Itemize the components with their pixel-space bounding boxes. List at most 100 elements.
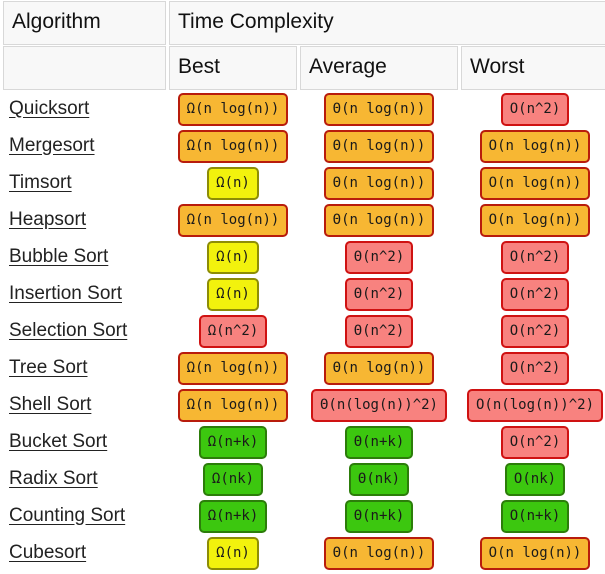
complexity-cell-worst: O(n^2) (461, 276, 605, 312)
complexity-cell-average: Θ(n^2) (300, 313, 458, 349)
complexity-badge: Ω(n) (207, 240, 259, 274)
algorithm-cell: Bubble Sort (3, 239, 166, 275)
algorithm-link[interactable]: Radix Sort (9, 468, 98, 489)
algorithm-cell: Bucket Sort (3, 424, 166, 460)
complexity-cell-worst: O(n log(n)) (461, 202, 605, 238)
table-row: Counting Sort Ω(n+k) Θ(n+k) O(n+k) (3, 498, 605, 534)
complexity-badge: Θ(n log(n)) (323, 166, 435, 200)
complexity-cell-worst: O(nk) (461, 461, 605, 497)
complexity-badge: Θ(n^2) (344, 240, 414, 274)
complexity-cell-best: Ω(n log(n)) (169, 202, 297, 238)
complexity-cell-worst: O(n log(n)) (461, 535, 605, 571)
table-row: Radix Sort Ω(nk) Θ(nk) O(nk) (3, 461, 605, 497)
algorithm-cell: Insertion Sort (3, 276, 166, 312)
table-row: Quicksort Ω(n log(n)) Θ(n log(n)) O(n^2) (3, 91, 605, 127)
header-algorithm: Algorithm (3, 1, 166, 45)
complexity-cell-best: Ω(n log(n)) (169, 350, 297, 386)
complexity-cell-average: Θ(n^2) (300, 239, 458, 275)
complexity-cell-best: Ω(n log(n)) (169, 387, 297, 423)
complexity-badge: Θ(n log(n)) (323, 351, 435, 385)
algorithm-link[interactable]: Selection Sort (9, 320, 127, 341)
complexity-cell-average: Θ(nk) (300, 461, 458, 497)
algorithm-cell: Radix Sort (3, 461, 166, 497)
complexity-cell-average: Θ(n log(n)) (300, 535, 458, 571)
complexity-cell-worst: O(n+k) (461, 498, 605, 534)
algorithm-link[interactable]: Mergesort (9, 135, 95, 156)
complexity-badge: Θ(n+k) (344, 425, 414, 459)
table-row: Cubesort Ω(n) Θ(n log(n)) O(n log(n)) (3, 535, 605, 571)
complexity-badge: Ω(n^2) (198, 314, 268, 348)
complexity-badge: O(n(log(n))^2) (467, 388, 604, 422)
complexity-badge: O(n^2) (500, 425, 570, 459)
complexity-cell-average: Θ(n log(n)) (300, 165, 458, 201)
complexity-badge: Ω(n log(n)) (177, 129, 289, 163)
complexity-cell-best: Ω(n) (169, 239, 297, 275)
complexity-badge: O(n^2) (500, 92, 570, 126)
table-body: Quicksort Ω(n log(n)) Θ(n log(n)) O(n^2) Mer… (3, 91, 605, 571)
complexity-cell-best: Ω(n log(n)) (169, 128, 297, 164)
complexity-badge: Θ(n^2) (344, 314, 414, 348)
table-row: Shell Sort Ω(n log(n)) Θ(n(log(n))^2) O(n(l… (3, 387, 605, 423)
algorithm-link[interactable]: Heapsort (9, 209, 86, 230)
complexity-badge: Ω(nk) (202, 462, 264, 496)
complexity-badge: Ω(n) (207, 166, 259, 200)
complexity-cell-average: Θ(n log(n)) (300, 91, 458, 127)
algorithm-link[interactable]: Bucket Sort (9, 431, 107, 452)
complexity-cell-worst: O(n log(n)) (461, 165, 605, 201)
complexity-cell-worst: O(n^2) (461, 350, 605, 386)
complexity-badge: Ω(n+k) (198, 425, 268, 459)
complexity-cell-worst: O(n^2) (461, 424, 605, 460)
complexity-badge: Ω(n) (207, 536, 259, 570)
time-complexity-table: Algorithm Time Complexity Best Average W… (0, 0, 605, 572)
algorithm-cell: Cubesort (3, 535, 166, 571)
complexity-badge: O(n^2) (500, 351, 570, 385)
header-row-group: Algorithm Time Complexity (3, 1, 605, 45)
complexity-cell-worst: O(n(log(n))^2) (461, 387, 605, 423)
table-row: Insertion Sort Ω(n) Θ(n^2) O(n^2) (3, 276, 605, 312)
algorithm-cell: Mergesort (3, 128, 166, 164)
table-row: Tree Sort Ω(n log(n)) Θ(n log(n)) O(n^2) (3, 350, 605, 386)
algorithm-link[interactable]: Tree Sort (9, 357, 88, 378)
complexity-badge: Θ(n^2) (344, 277, 414, 311)
complexity-badge: O(n log(n)) (479, 129, 591, 163)
algorithm-link[interactable]: Bubble Sort (9, 246, 108, 267)
header-time-complexity: Time Complexity (169, 1, 605, 45)
header-worst: Worst (461, 46, 605, 90)
table-row: Bucket Sort Ω(n+k) Θ(n+k) O(n^2) (3, 424, 605, 460)
complexity-cell-worst: O(n^2) (461, 313, 605, 349)
complexity-badge: Θ(n(log(n))^2) (310, 388, 447, 422)
complexity-badge: O(nk) (504, 462, 566, 496)
complexity-badge: Ω(n+k) (198, 499, 268, 533)
algorithm-link[interactable]: Shell Sort (9, 394, 91, 415)
complexity-cell-average: Θ(n+k) (300, 424, 458, 460)
complexity-badge: O(n log(n)) (479, 166, 591, 200)
complexity-badge: O(n+k) (500, 499, 570, 533)
algorithm-link[interactable]: Insertion Sort (9, 283, 122, 304)
complexity-cell-best: Ω(n^2) (169, 313, 297, 349)
complexity-badge: Ω(n log(n)) (177, 92, 289, 126)
algorithm-link[interactable]: Cubesort (9, 542, 86, 563)
algorithm-cell: Counting Sort (3, 498, 166, 534)
algorithm-cell: Heapsort (3, 202, 166, 238)
complexity-cell-best: Ω(n+k) (169, 424, 297, 460)
complexity-badge: Θ(nk) (348, 462, 410, 496)
algorithm-link[interactable]: Quicksort (9, 98, 89, 119)
complexity-cell-best: Ω(n) (169, 535, 297, 571)
algorithm-link[interactable]: Counting Sort (9, 505, 125, 526)
complexity-badge: Ω(n log(n)) (177, 351, 289, 385)
complexity-badge: O(n^2) (500, 277, 570, 311)
complexity-badge: O(n log(n)) (479, 536, 591, 570)
algorithm-link[interactable]: Timsort (9, 172, 72, 193)
complexity-cell-average: Θ(n log(n)) (300, 202, 458, 238)
complexity-cell-average: Θ(n+k) (300, 498, 458, 534)
table-row: Heapsort Ω(n log(n)) Θ(n log(n)) O(n log(n)… (3, 202, 605, 238)
algorithm-cell: Selection Sort (3, 313, 166, 349)
complexity-cell-best: Ω(n) (169, 276, 297, 312)
table-row: Bubble Sort Ω(n) Θ(n^2) O(n^2) (3, 239, 605, 275)
complexity-cell-average: Θ(n log(n)) (300, 350, 458, 386)
algorithm-cell: Shell Sort (3, 387, 166, 423)
complexity-badge: O(n^2) (500, 240, 570, 274)
header-row-columns: Best Average Worst (3, 46, 605, 90)
complexity-cell-average: Θ(n log(n)) (300, 128, 458, 164)
table-row: Selection Sort Ω(n^2) Θ(n^2) O(n^2) (3, 313, 605, 349)
